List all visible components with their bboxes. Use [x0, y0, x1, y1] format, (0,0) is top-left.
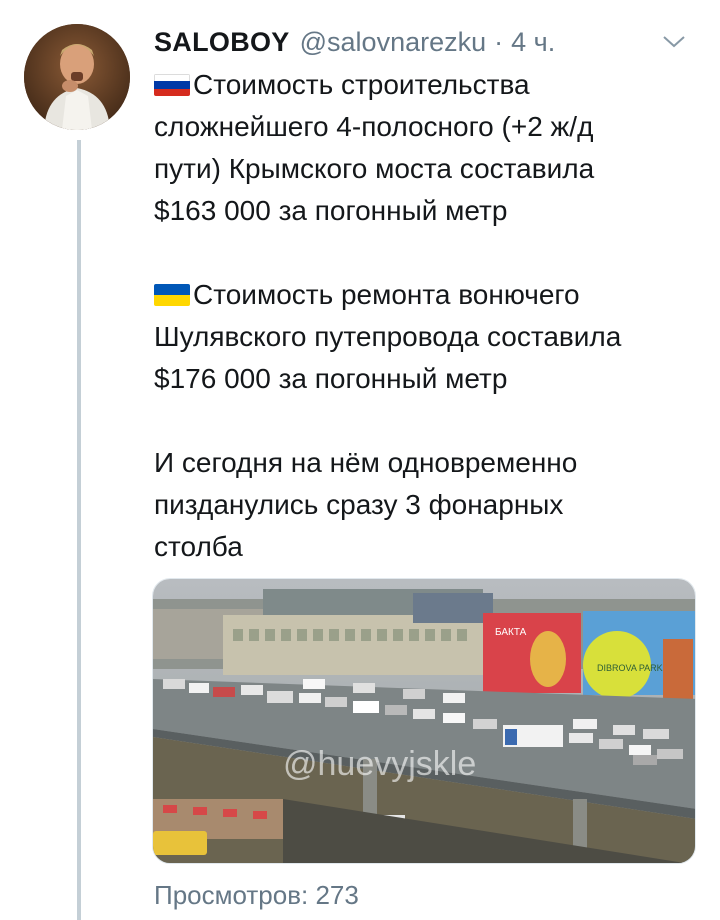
author-name[interactable]: SALOBOY	[154, 27, 290, 58]
tweet-text-line: $163 000 за погонный метр	[154, 195, 508, 226]
tweet-paragraph: И сегодня на нём одновременно пизданулис…	[154, 442, 714, 568]
tweet-header: SALOBOY @salovnarezku · 4 ч.	[154, 24, 700, 60]
tweet-paragraph: Стоимость строительства сложнейшего 4-по…	[154, 64, 714, 232]
tweet-text-line: И сегодня на нём одновременно	[154, 447, 578, 478]
billboard-text: DIBROVA PARK	[597, 663, 663, 673]
tweet-media-image[interactable]: БАКТА DIBROVA PARK @huevyjskle	[152, 578, 696, 864]
tweet-view-count[interactable]: Просмотров: 273	[154, 880, 359, 911]
tweet-text-line: сложнейшего 4-полосного (+2 ж/д	[154, 111, 594, 142]
russia-flag-icon	[154, 74, 190, 96]
avatar-photo-icon	[24, 24, 130, 130]
tweet-text: Стоимость строительства сложнейшего 4-по…	[154, 64, 714, 568]
thread-line	[77, 140, 81, 920]
header-separator: ·	[494, 26, 504, 57]
tweet-paragraph: Стоимость ремонта вонючего Шулявского пу…	[154, 274, 714, 400]
chevron-down-icon[interactable]	[654, 24, 694, 60]
tweet-text-line: Шулявского путепровода составила	[154, 321, 622, 352]
ukraine-flag-icon	[154, 284, 190, 306]
tweet-text-line: пути) Крымского моста составила	[154, 153, 595, 184]
overpass-photo: БАКТА DIBROVA PARK @huevyjskle	[153, 579, 695, 863]
tweet-text-line: Стоимость ремонта вонючего	[154, 274, 714, 316]
author-avatar[interactable]	[24, 24, 130, 130]
tweet-text-line: пизданулись сразу 3 фонарных	[154, 489, 564, 520]
tweet-timestamp[interactable]: 4 ч.	[511, 27, 555, 58]
media-watermark: @huevyjskle	[283, 745, 476, 783]
tweet-text-line: $176 000 за погонный метр	[154, 363, 508, 394]
tweet-text-line: Стоимость строительства	[154, 64, 714, 106]
author-handle[interactable]: @salovnarezku	[300, 27, 487, 58]
tweet-text-line: столба	[154, 531, 243, 562]
billboard-red-text: БАКТА	[495, 627, 527, 638]
